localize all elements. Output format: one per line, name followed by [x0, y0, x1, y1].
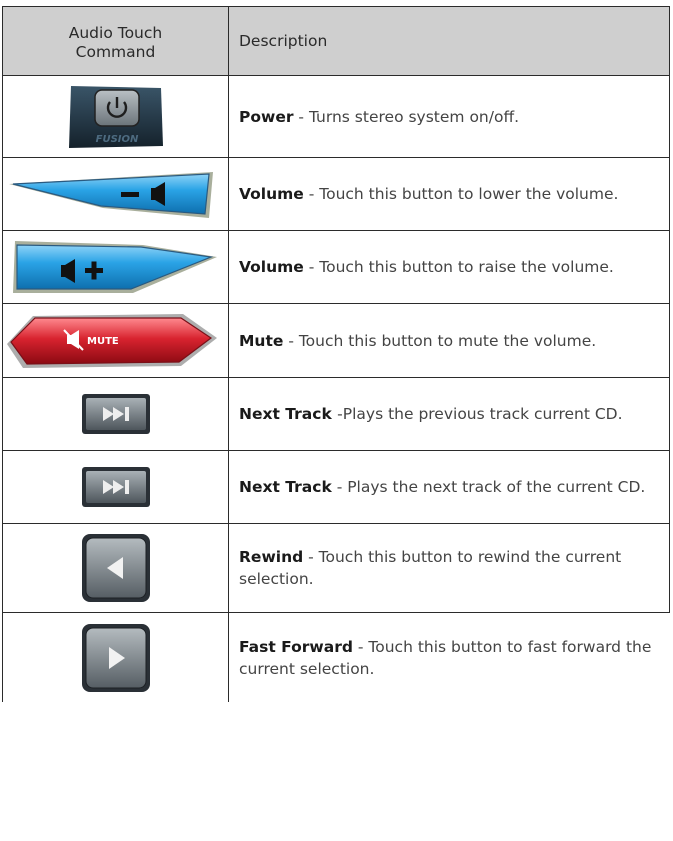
- table-row: Volume - Touch this button to raise the …: [2, 231, 670, 304]
- row-term: Next Track: [239, 478, 332, 496]
- mute-button-icon: MUTE: [7, 313, 217, 368]
- table-row: Fast Forward - Touch this button to fast…: [2, 613, 670, 702]
- fast-forward-button-icon: [81, 623, 150, 692]
- next-track-button-icon: [81, 467, 150, 507]
- row-text: -Plays the previous track current CD.: [337, 405, 623, 423]
- volume-down-button-icon: [9, 172, 213, 218]
- row-term: Volume: [239, 185, 304, 203]
- table-row: Rewind - Touch this button to rewind the…: [2, 524, 670, 613]
- row-text: - Plays the next track of the current CD…: [331, 478, 646, 496]
- rewind-button-icon: [81, 534, 150, 602]
- row-text: - Touch this button to raise the volume.: [303, 258, 614, 276]
- row-text: - Touch this button to lower the volume.: [303, 185, 619, 203]
- table-row: Volume - Touch this button to lower the …: [2, 158, 670, 231]
- mute-label: MUTE: [87, 336, 119, 347]
- table-row: Next Track - Plays the next track of the…: [2, 451, 670, 524]
- volume-up-button-icon: [13, 241, 217, 293]
- power-button-icon: FUSION: [68, 85, 163, 148]
- table-row: MUTE Mute - Touch this button to mute th…: [2, 304, 670, 378]
- row-term: Next Track: [239, 405, 338, 423]
- header-command: Audio Touch Command: [2, 7, 229, 75]
- fusion-logo: FUSION: [95, 134, 138, 145]
- table-header-row: Audio Touch Command Description: [2, 6, 670, 76]
- row-term: Fast Forward: [239, 637, 353, 656]
- next-track-button-icon: [81, 394, 150, 434]
- table-row: Next Track -Plays the previous track cur…: [2, 378, 670, 451]
- row-term: Mute: [239, 331, 284, 350]
- table-row: FUSION Power - Turns stereo system on/of…: [2, 76, 670, 158]
- row-term: Power: [239, 107, 294, 126]
- row-term: Rewind: [239, 548, 304, 566]
- row-text: - Turns stereo system on/off.: [293, 107, 520, 126]
- row-text: - Touch this button to mute the volume.: [283, 331, 597, 350]
- row-term: Volume: [239, 258, 304, 276]
- audio-commands-table: Audio Touch Command Description FUSION P…: [2, 6, 670, 702]
- header-description: Description: [229, 7, 670, 75]
